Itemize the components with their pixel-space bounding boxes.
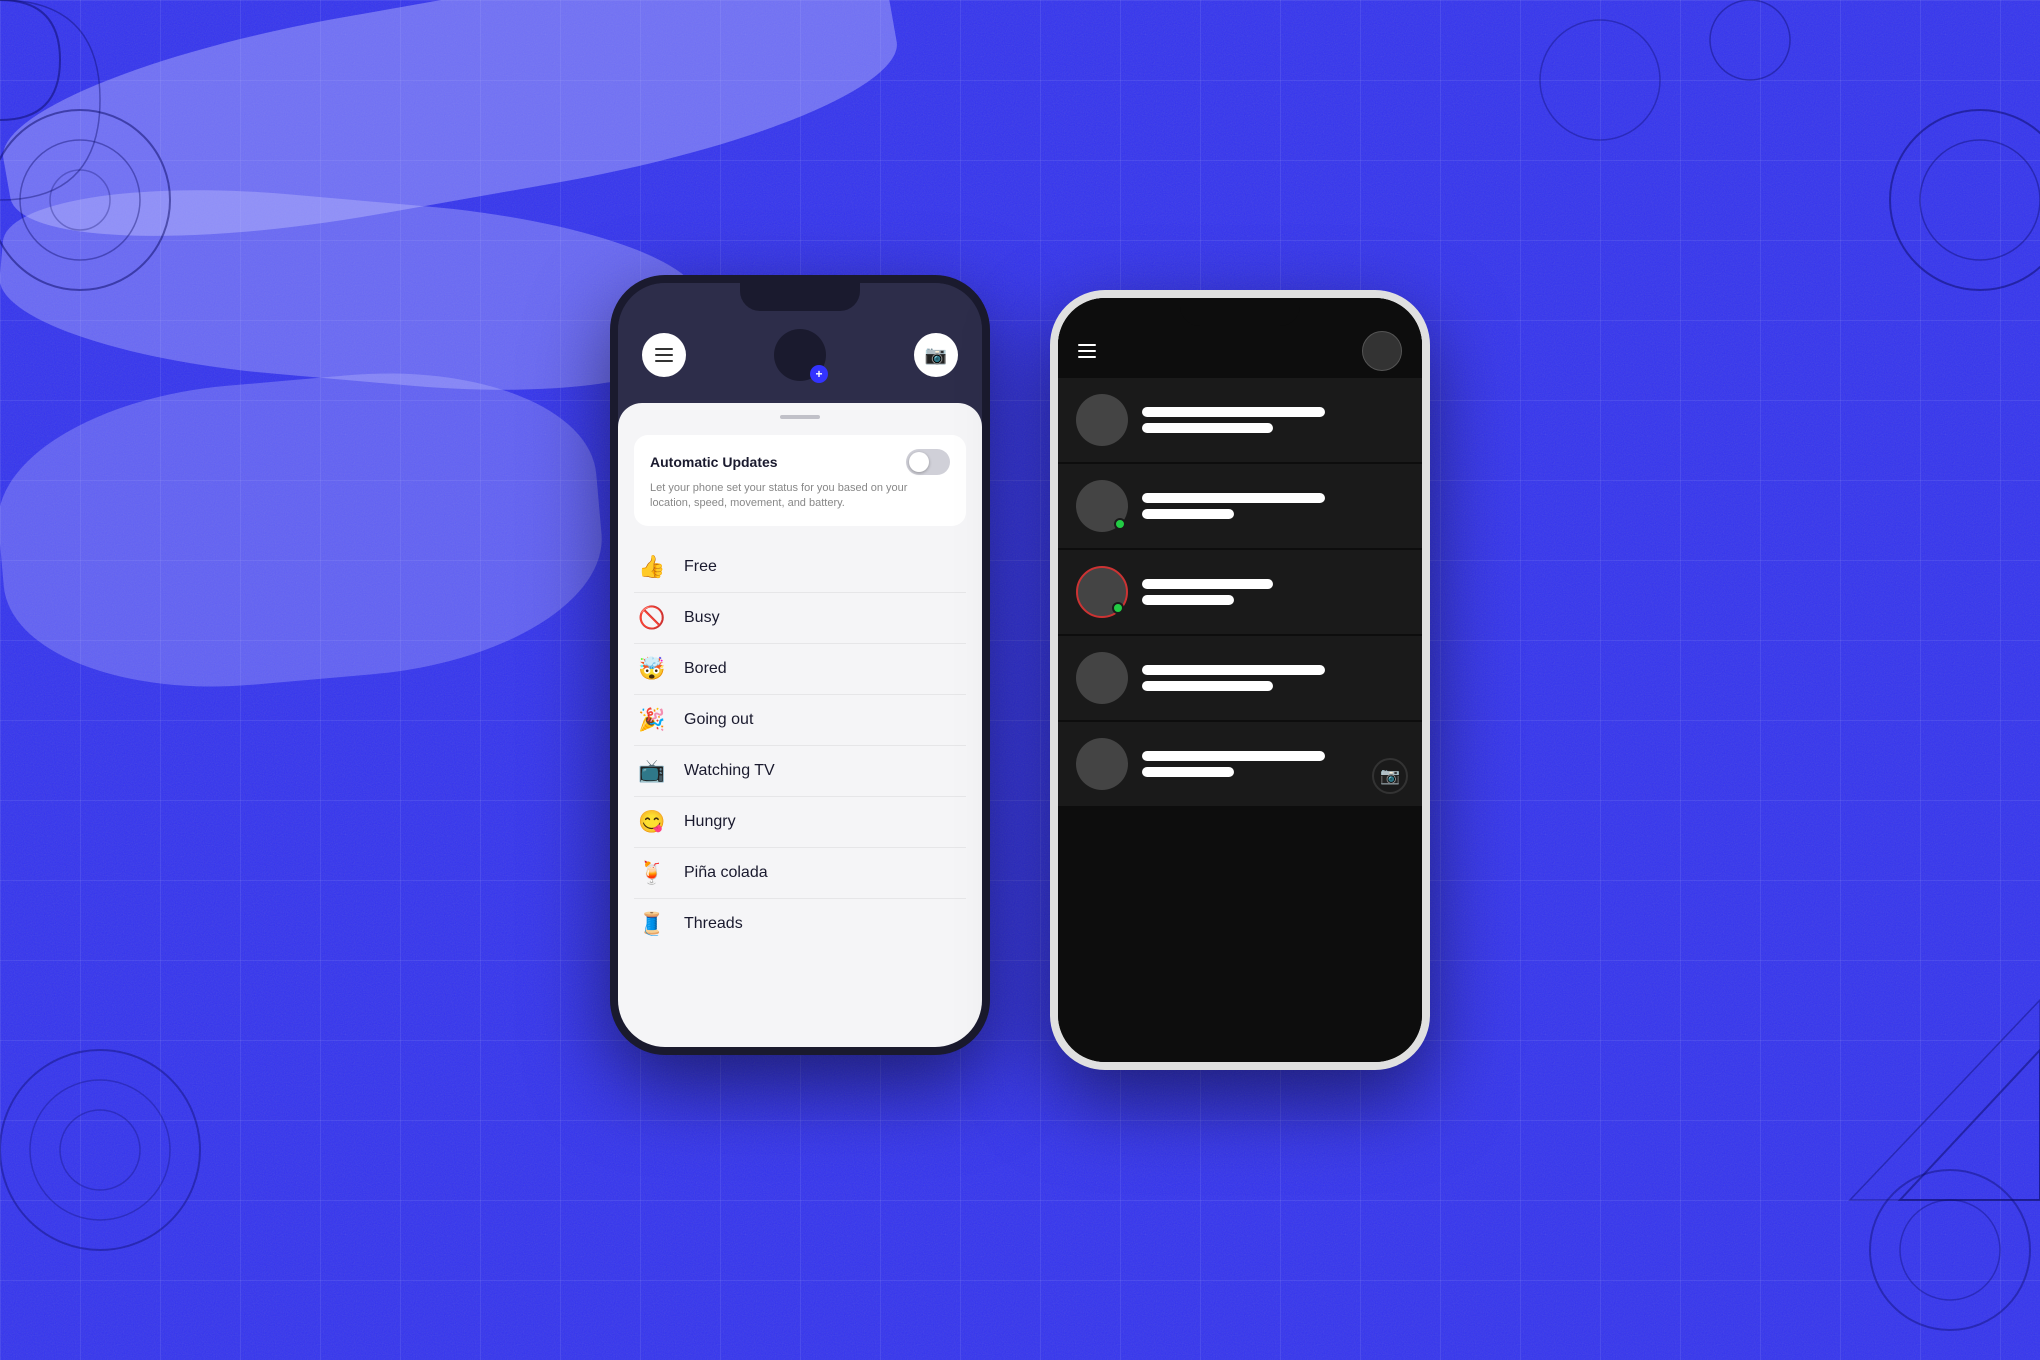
phone-1: + 📷 Automatic Updates Let — [610, 275, 990, 1055]
sheet-handle — [780, 415, 820, 419]
status-emoji: 🚫 — [634, 605, 670, 631]
contact-avatar — [1076, 738, 1128, 790]
contact-item[interactable]: 📷 — [1058, 722, 1422, 806]
status-label: Threads — [684, 915, 743, 933]
contact-item[interactable] — [1058, 464, 1422, 548]
phone-2-avatar[interactable] — [1362, 331, 1402, 371]
contact-bar — [1142, 423, 1273, 433]
contact-bar — [1142, 407, 1325, 417]
contact-info — [1142, 751, 1404, 777]
status-item[interactable]: 🤯 Bored — [634, 644, 966, 695]
contact-info — [1142, 579, 1404, 605]
contact-bar — [1142, 751, 1325, 761]
contact-list: 📷 — [1058, 378, 1422, 1062]
camera-icon: 📷 — [925, 345, 947, 366]
contact-info — [1142, 407, 1404, 433]
status-item[interactable]: 🧵 Threads — [634, 899, 966, 949]
contact-avatar — [1076, 566, 1128, 618]
status-item[interactable]: 🍹 Piña colada — [634, 848, 966, 899]
phone-1-notch — [740, 283, 860, 311]
auto-updates-description: Let your phone set your status for you b… — [650, 481, 950, 512]
status-label: Piña colada — [684, 864, 768, 882]
status-label: Hungry — [684, 813, 736, 831]
contact-item[interactable] — [1058, 378, 1422, 462]
auto-updates-header: Automatic Updates — [650, 449, 950, 475]
toggle-knob — [909, 452, 929, 472]
status-item[interactable]: 😋 Hungry — [634, 797, 966, 848]
camera-button[interactable]: 📷 — [914, 333, 958, 377]
contact-avatar — [1076, 480, 1128, 532]
phone-2-menu-icon[interactable] — [1078, 344, 1096, 358]
contact-bar — [1142, 493, 1325, 503]
contact-bar — [1142, 681, 1273, 691]
scene: + 📷 Automatic Updates Let — [0, 0, 2040, 1360]
online-dot — [1114, 518, 1126, 530]
contact-avatar — [1076, 652, 1128, 704]
contact-bar — [1142, 767, 1234, 777]
status-label: Busy — [684, 609, 720, 627]
user-avatar[interactable]: + — [774, 329, 826, 381]
status-label: Watching TV — [684, 762, 775, 780]
online-dot — [1112, 602, 1124, 614]
status-label: Free — [684, 558, 717, 576]
hamburger-icon — [655, 348, 673, 362]
status-item[interactable]: 🎉 Going out — [634, 695, 966, 746]
status-label: Bored — [684, 660, 727, 678]
contact-avatar — [1076, 394, 1128, 446]
contact-item[interactable] — [1058, 636, 1422, 720]
status-item[interactable]: 🚫 Busy — [634, 593, 966, 644]
status-label: Going out — [684, 711, 753, 729]
phone-1-content: + 📷 Automatic Updates Let — [618, 283, 982, 1047]
contact-bar — [1142, 579, 1273, 589]
status-emoji: 😋 — [634, 809, 670, 835]
contact-bar — [1142, 509, 1234, 519]
phone-2-notch — [1180, 298, 1300, 326]
contact-info — [1142, 493, 1404, 519]
status-item[interactable]: 👍 Free — [634, 542, 966, 593]
auto-updates-title: Automatic Updates — [650, 454, 778, 470]
status-item[interactable]: 📺 Watching TV — [634, 746, 966, 797]
camera-overlay-icon[interactable]: 📷 — [1372, 758, 1408, 794]
add-status-button[interactable]: + — [810, 365, 828, 383]
menu-button[interactable] — [642, 333, 686, 377]
auto-updates-toggle[interactable] — [906, 449, 950, 475]
status-emoji: 🤯 — [634, 656, 670, 682]
status-emoji: 🍹 — [634, 860, 670, 886]
contact-bar — [1142, 665, 1325, 675]
status-emoji: 📺 — [634, 758, 670, 784]
contact-bar — [1142, 595, 1234, 605]
contact-info — [1142, 665, 1404, 691]
status-emoji: 🧵 — [634, 911, 670, 937]
status-emoji: 👍 — [634, 554, 670, 580]
phone-2-content: 📷 — [1058, 298, 1422, 1062]
contact-item[interactable] — [1058, 550, 1422, 634]
auto-updates-card: Automatic Updates Let your phone set you… — [634, 435, 966, 526]
bottom-sheet: Automatic Updates Let your phone set you… — [618, 403, 982, 1047]
phone-2: 📷 — [1050, 290, 1430, 1070]
status-emoji: 🎉 — [634, 707, 670, 733]
status-list: 👍 Free 🚫 Busy 🤯 Bored 🎉 Going out 📺 Watc… — [618, 542, 982, 949]
